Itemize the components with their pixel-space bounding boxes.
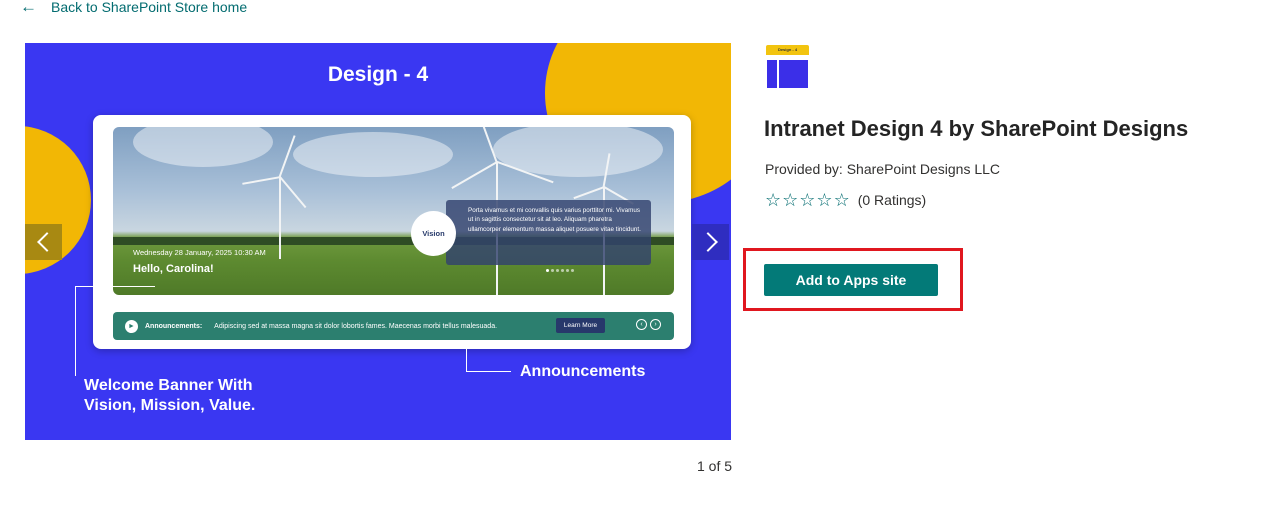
welcome-banner-image: Wednesday 28 January, 2025 10:30 AM Hell… — [113, 127, 674, 295]
star-outline-icon: ☆ — [765, 190, 782, 210]
slide-title: Design - 4 — [327, 63, 429, 86]
callout-line — [75, 286, 155, 287]
carousel-next-button[interactable] — [692, 224, 729, 260]
rating-stars: ☆ ☆ ☆ ☆ ☆ — [765, 190, 850, 210]
callout-welcome-banner: Welcome Banner With Vision, Mission, Val… — [84, 377, 256, 414]
app-title: Intranet Design 4 by SharePoint Designs — [764, 116, 1189, 141]
callout-line — [75, 286, 76, 376]
preview-card: Wednesday 28 January, 2025 10:30 AM Hell… — [93, 115, 691, 349]
star-outline-icon: ☆ — [782, 190, 799, 210]
chevron-left-icon — [36, 232, 57, 252]
banner-pagination-dots — [546, 269, 574, 272]
banner-greeting: Hello, Carolina! — [133, 263, 214, 275]
vision-panel: Porta vivamus et mi convallis quis variu… — [446, 200, 651, 265]
star-outline-icon: ☆ — [816, 190, 833, 210]
turbine-blade — [573, 186, 605, 199]
callout-line — [466, 371, 511, 372]
app-logo-icon: Design - 4 — [766, 45, 809, 89]
back-to-store-link[interactable]: ← Back to SharePoint Store home — [20, 0, 247, 15]
app-provider: Provided by: SharePoint Designs LLC — [765, 161, 1001, 177]
megaphone-icon: ► — [125, 319, 138, 333]
callout-line — [466, 349, 467, 371]
app-logo-label: Design - 4 — [766, 45, 809, 55]
learn-more-button: Learn More — [556, 318, 605, 333]
cloud — [133, 127, 273, 167]
wind-turbine — [279, 177, 281, 259]
chevron-left-icon: ‹ — [636, 319, 647, 330]
arrow-left-icon: ← — [20, 0, 37, 16]
app-rating: ☆ ☆ ☆ ☆ ☆ (0 Ratings) — [765, 190, 926, 210]
banner-date: Wednesday 28 January, 2025 10:30 AM — [133, 248, 266, 257]
announcement-text: Adipiscing sed at massa magna sit dolor … — [214, 322, 498, 330]
turbine-blade — [451, 161, 498, 189]
app-details-page: ← Back to SharePoint Store home Design -… — [0, 0, 1281, 508]
carousel-prev-button[interactable] — [25, 224, 62, 260]
cloud — [293, 132, 453, 177]
turbine-blade — [242, 176, 280, 185]
announcements-bar: ► Announcements: Adipiscing sed at massa… — [113, 312, 674, 340]
back-link-label: Back to SharePoint Store home — [51, 0, 248, 15]
chevron-right-icon: › — [650, 319, 661, 330]
star-outline-icon: ☆ — [799, 190, 816, 210]
add-to-apps-site-button[interactable]: Add to Apps site — [764, 264, 938, 296]
turbine-blade — [279, 176, 307, 209]
vision-text: Porta vivamus et mi convallis quis variu… — [468, 207, 641, 233]
carousel-pager: 1 of 5 — [697, 458, 733, 474]
announcements-label: Announcements: — [145, 322, 203, 330]
screenshot-carousel: Design - 4 Wednesday 28 January, 2025 10… — [25, 43, 731, 440]
callout-announcements: Announcements — [520, 363, 646, 380]
ratings-count: (0 Ratings) — [857, 192, 927, 208]
announcement-nav: ‹ › — [636, 319, 661, 330]
chevron-right-icon — [697, 232, 718, 252]
vision-badge: Vision — [411, 211, 456, 256]
star-outline-icon: ☆ — [833, 190, 850, 210]
